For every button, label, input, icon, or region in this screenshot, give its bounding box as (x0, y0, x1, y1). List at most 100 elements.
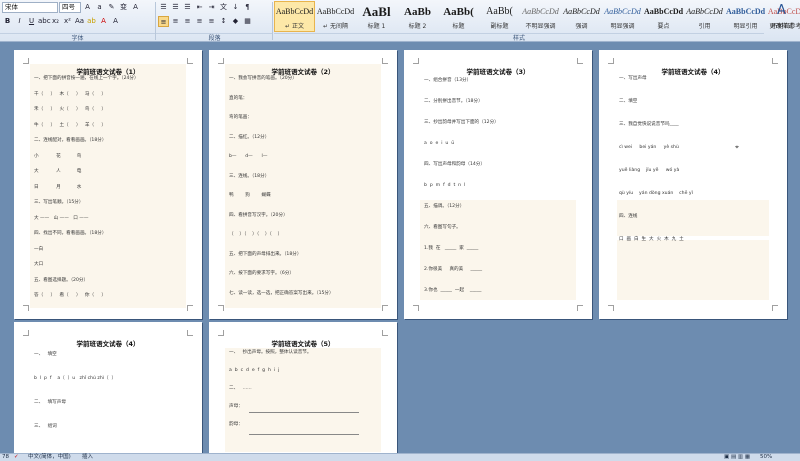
style-intense-emphasis[interactable]: AaBbCcDd 明显强调 (602, 1, 643, 32)
chinese-layout-icon[interactable]: 文 (218, 2, 229, 13)
align-center-icon[interactable]: ≡ (170, 16, 181, 27)
paragraph-row-2: ≡ ≡ ≡ ≡ ≡ ↕ ◆ ▦ (158, 15, 253, 28)
page-text-line: 一、组合拼音（13分） (424, 78, 472, 83)
style-quote[interactable]: AaBbCcDd 引用 (684, 1, 725, 32)
justify-icon[interactable]: ≡ (194, 16, 205, 27)
style-intense-quote[interactable]: AaBbCcDd 明显引用 (725, 1, 766, 32)
crop-mark (23, 58, 29, 64)
shrink-font-icon[interactable]: a (94, 2, 105, 13)
font-name-box[interactable]: 宋体 (2, 2, 58, 13)
style-normal[interactable]: AaBbCcDd ↵ 正文 (274, 1, 315, 32)
document-page[interactable]: 学前班语文试卷（4） ⌖ 一、写出声母 二、填空 三、我自觉快说说音节吗____ cì… (599, 50, 787, 319)
page-text-line: 三、抄出韵母并写出下面的（12分） (424, 120, 499, 125)
page-text-line: 一、 填空 (34, 352, 57, 357)
strikethrough-icon[interactable]: abc (38, 16, 51, 27)
page-text-line: 二、连线配对，看看画画。（18分） (34, 138, 107, 143)
char-shading-icon[interactable]: A (110, 16, 121, 27)
page-text-line: 直的笔： (229, 95, 248, 101)
superscript-icon[interactable]: x² (62, 16, 73, 27)
increase-indent-icon[interactable]: ⇥ (206, 2, 217, 13)
italic-icon[interactable]: I (14, 16, 25, 27)
page-title: 学前班语文试卷（2） (271, 68, 335, 76)
page-text-line: 答（ ） 看（ ） 你（ ） (34, 293, 107, 298)
change-styles-label: 更改样式 (769, 23, 794, 30)
crop-mark (187, 305, 193, 311)
page-text-line: 一、我会写拼音的笔画。（20分） (229, 76, 297, 81)
page-text-line: 五、描调。（12分） (424, 204, 465, 209)
font-group-label: 字体 (0, 33, 155, 42)
multilevel-icon[interactable]: ☰ (182, 2, 193, 13)
line-spacing-icon[interactable]: ↕ (218, 16, 229, 27)
phonetic-guide-icon[interactable]: 变 (118, 2, 129, 13)
page-indicator[interactable]: 78 (2, 454, 9, 461)
page-text-line: 四、找出不同，看看画画。（18分） (34, 231, 107, 236)
bold-icon[interactable]: B (2, 16, 13, 27)
crop-mark (413, 58, 419, 64)
page-text-line: 四、写出声母和韵母（14分） (424, 162, 485, 167)
align-left-icon[interactable]: ≡ (158, 16, 169, 27)
document-page[interactable]: 学前班语文试卷（5） 一、 抄出声母。按照，整体认读音节。 a b c d e f… (209, 322, 397, 453)
crop-mark (23, 330, 29, 336)
page-text-line: 一白 (34, 246, 44, 252)
crop-mark (187, 330, 193, 336)
crop-mark (218, 330, 224, 336)
underline-icon[interactable]: U (26, 16, 37, 27)
font-size-box[interactable]: 四号 (59, 2, 81, 13)
style-title[interactable]: AaBb(标题 (438, 1, 479, 32)
distribute-icon[interactable]: ≡ (206, 16, 217, 27)
page-text-line: 1.我 在 _____ 家 _____ (424, 246, 479, 251)
page-text-line: 二、描红。（12分） (229, 134, 270, 140)
borders-icon[interactable]: ▦ (242, 16, 253, 27)
styles-gallery: AaBbCcDd ↵ 正文 AaBbCcDd ↵ 无间隔 AaBl 标题 1 AaBb… (274, 1, 800, 32)
page-text-line: 二、 填写声母 (34, 400, 66, 405)
grow-font-icon[interactable]: A (82, 2, 93, 13)
align-right-icon[interactable]: ≡ (182, 16, 193, 27)
crop-mark (382, 330, 388, 336)
crop-mark (382, 58, 388, 64)
insert-mode-indicator[interactable]: 插入 (82, 454, 93, 461)
language-indicator[interactable]: 中文(简体，中国) (28, 454, 71, 461)
page-text-line: 韵母： (229, 422, 243, 427)
style-subtle-emphasis[interactable]: AaBbCcDd 不明显强调 (520, 1, 561, 32)
sort-icon[interactable]: ↓ (230, 2, 241, 13)
change-case-icon[interactable]: Aa (74, 16, 85, 27)
zoom-level[interactable]: 50% (760, 454, 772, 461)
style-emphasis[interactable]: AaBbCcDd 强调 (561, 1, 602, 32)
document-page[interactable]: 学前班语文试卷（3） 一、组合拼音（13分） 二、分别拼出音节。（18分） 三、抄出… (404, 50, 592, 319)
style-subtitle[interactable]: AaBb(副标题 (479, 1, 520, 32)
page-text-line: 三、连线。（18分） (229, 173, 270, 179)
document-page[interactable]: 学前班语文试卷（1） 一、把下面的拼音按一遍，在线上一个字。（24分） 千（ ） … (14, 50, 202, 319)
page-text-line: a b c d e f g h i j (229, 368, 280, 373)
page-text-line: 五、看图选择题。（20分） (34, 277, 89, 283)
page-text-line: 牛（ ） 土（ ） 羊（ ） (34, 122, 107, 128)
document-page[interactable]: 学前班语文试卷（2） 一、我会写拼音的笔画。（20分） 直的笔： 弯的笔画： 二、描红… (209, 50, 397, 319)
page-text-line: b l p f a（ ）u zhǐ chú zhì（ ） (34, 376, 117, 381)
decrease-indent-icon[interactable]: ⇤ (194, 2, 205, 13)
enclose-char-icon[interactable]: A (130, 2, 141, 13)
page-text-line: 二、填空 (619, 99, 638, 104)
page-text-line: 一、 抄出声母。按照，整体认读音节。 (229, 350, 312, 355)
shading-icon[interactable]: ◆ (230, 16, 241, 27)
page-text-line: qù yíu yán dòng xuán chē yǐ (619, 191, 693, 196)
crop-mark (218, 58, 224, 64)
numbering-icon[interactable]: ☰ (170, 2, 181, 13)
highlight-icon[interactable]: ab (86, 16, 97, 27)
view-buttons[interactable]: ▣ ▤ ▥ ▦ (724, 454, 750, 461)
show-marks-icon[interactable]: ¶ (242, 2, 253, 13)
change-styles-icon: A (777, 3, 786, 18)
page-text-line: 大 人 电 (34, 169, 82, 174)
style-strong[interactable]: AaBbCcDd 要点 (643, 1, 684, 32)
subscript-icon[interactable]: x₂ (50, 16, 61, 27)
bullets-icon[interactable]: ☰ (158, 2, 169, 13)
font-color-icon[interactable]: A (98, 16, 109, 27)
style-heading-1[interactable]: AaBl 标题 1 (356, 1, 397, 32)
change-styles-button[interactable]: A 更改样式 (765, 1, 798, 33)
document-page[interactable]: 学前班语文试卷（4） 一、 填空 b l p f a（ ）u zhǐ chú zh… (14, 322, 202, 453)
proofing-icon[interactable]: ✓ (14, 454, 19, 461)
style-no-spacing[interactable]: AaBbCcDd ↵ 无间隔 (315, 1, 356, 32)
page-text-line: 四、连线 (619, 214, 638, 219)
clear-format-icon[interactable]: ✎ (106, 2, 117, 13)
style-heading-2[interactable]: AaBb 标题 2 (397, 1, 438, 32)
page-text-line: 一、把下面的拼音按一遍，在线上一个字。（24分） (34, 76, 139, 81)
page-text-line: 一、写出声母 (619, 76, 647, 81)
